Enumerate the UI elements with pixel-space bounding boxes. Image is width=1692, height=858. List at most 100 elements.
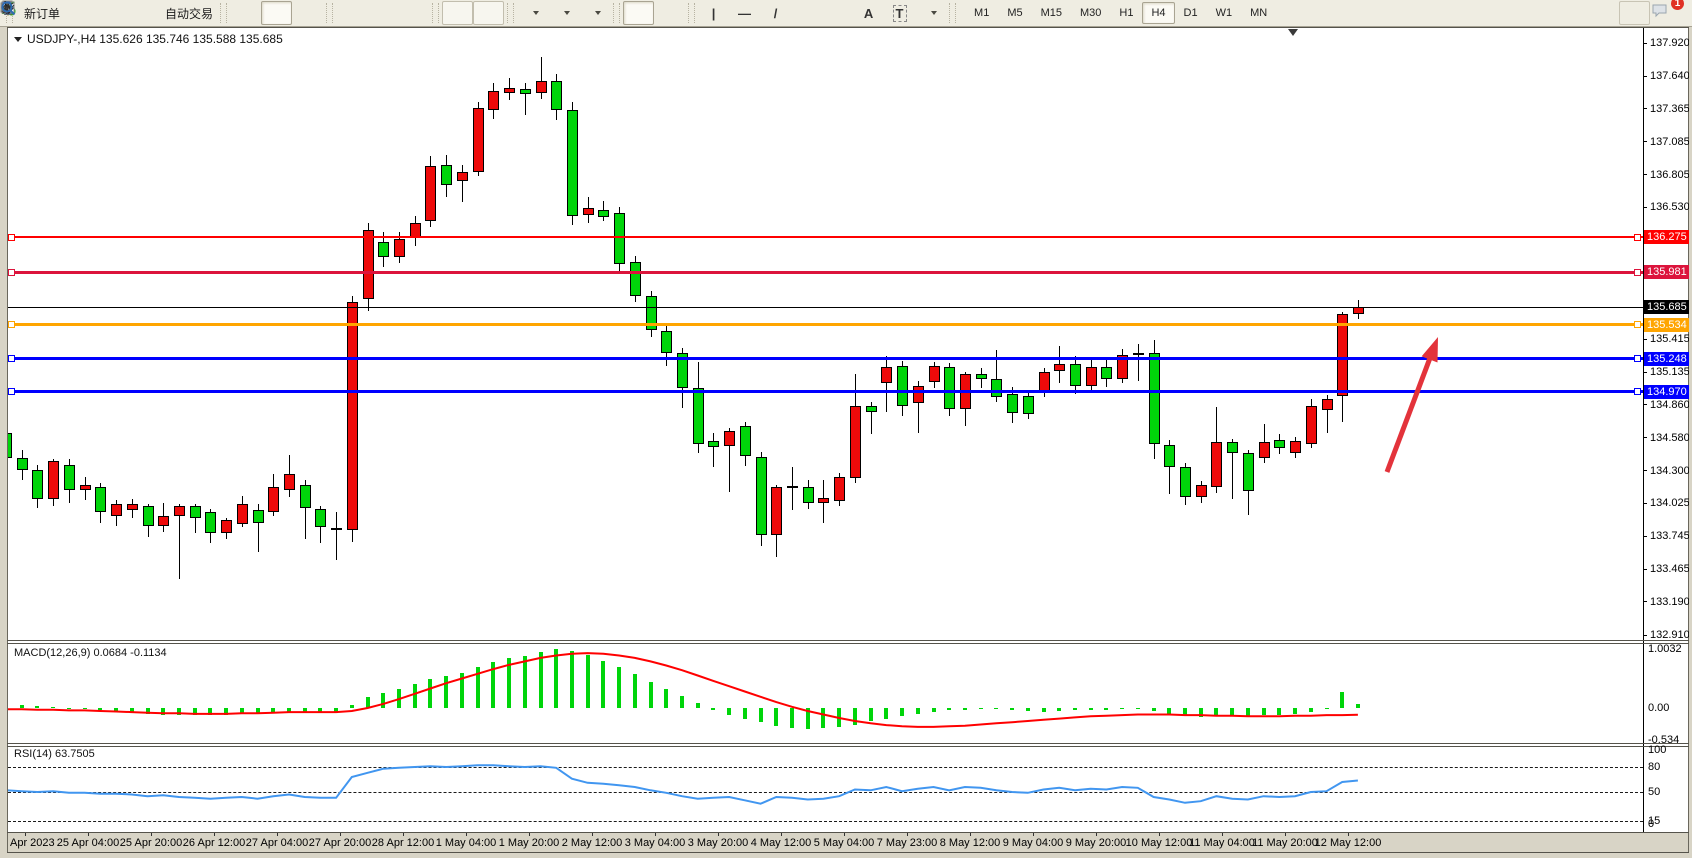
rsi-scale-label: 100 bbox=[1648, 744, 1666, 756]
candle-bearish bbox=[803, 487, 814, 502]
timeframe-d1[interactable]: D1 bbox=[1175, 2, 1207, 24]
toolbar-grip[interactable] bbox=[613, 3, 620, 23]
price-axis[interactable]: 137.920137.640137.365137.085136.805136.5… bbox=[1643, 28, 1689, 833]
zoom-out-button[interactable] bbox=[367, 1, 398, 25]
new-order-button[interactable]: 新订单 bbox=[16, 1, 64, 25]
time-axis-tick bbox=[466, 833, 467, 836]
chart-title-text: USDJPY-,H4 135.626 135.746 135.588 135.6… bbox=[27, 32, 283, 46]
time-axis-label: 24 Apr 2023 bbox=[8, 837, 55, 849]
timeframe-w1[interactable]: W1 bbox=[1207, 2, 1242, 24]
bar-chart-style-button[interactable] bbox=[230, 1, 261, 25]
trendline-icon: / bbox=[774, 6, 778, 21]
search-button[interactable] bbox=[1619, 1, 1650, 25]
macd-splitter[interactable] bbox=[7, 640, 1689, 641]
horizontal-line-tool-button[interactable]: — bbox=[729, 1, 760, 25]
toolbar-grip[interactable] bbox=[432, 3, 439, 23]
timeframe-m30[interactable]: M30 bbox=[1071, 2, 1110, 24]
timeframe-h4[interactable]: H4 bbox=[1142, 2, 1174, 24]
candlestick-style-button[interactable] bbox=[261, 1, 292, 25]
candle-bullish bbox=[1259, 442, 1270, 457]
candle-bearish bbox=[866, 406, 877, 412]
dropdown-caret-icon bbox=[931, 11, 937, 15]
price-tick bbox=[1643, 635, 1647, 636]
toolbar-grip[interactable] bbox=[688, 3, 695, 23]
line-handle[interactable] bbox=[1634, 321, 1641, 328]
arrows-tool-button[interactable] bbox=[915, 1, 946, 25]
line-handle[interactable] bbox=[8, 388, 15, 395]
line-handle[interactable] bbox=[1634, 269, 1641, 276]
label-tool-button[interactable]: T bbox=[884, 1, 915, 25]
timeframe-h1[interactable]: H1 bbox=[1110, 2, 1142, 24]
line-handle[interactable] bbox=[8, 234, 15, 241]
line-handle[interactable] bbox=[8, 355, 15, 362]
time-axis-label: 25 Apr 04:00 bbox=[57, 837, 119, 849]
line-handle[interactable] bbox=[1634, 388, 1641, 395]
timeframe-mn[interactable]: MN bbox=[1241, 2, 1276, 24]
tile-windows-button[interactable] bbox=[398, 1, 429, 25]
candle-bearish bbox=[378, 242, 389, 257]
zoom-in-button[interactable] bbox=[336, 1, 367, 25]
timeframe-m15[interactable]: M15 bbox=[1032, 2, 1071, 24]
periods-button[interactable] bbox=[548, 1, 579, 25]
price-tick bbox=[1643, 43, 1647, 44]
fibonacci-tool-button[interactable] bbox=[822, 1, 853, 25]
crosshair-tool-button[interactable] bbox=[654, 1, 685, 25]
candle-wick bbox=[525, 83, 526, 115]
price-tick bbox=[1643, 404, 1647, 405]
candle-bearish bbox=[64, 465, 75, 490]
line-handle[interactable] bbox=[1634, 355, 1641, 362]
horizontal-line-134.970[interactable] bbox=[8, 390, 1643, 393]
chart-shift-marker-icon[interactable] bbox=[1288, 29, 1298, 36]
time-axis-label: 1 May 04:00 bbox=[436, 837, 497, 849]
timeframe-m1[interactable]: M1 bbox=[965, 2, 998, 24]
notifications-button[interactable]: 1 bbox=[1650, 1, 1681, 25]
toolbar-grip[interactable] bbox=[507, 3, 514, 23]
line-handle[interactable] bbox=[8, 321, 15, 328]
time-axis-tick bbox=[1222, 833, 1223, 836]
candle-bullish bbox=[473, 108, 484, 172]
macd-panel[interactable]: MACD(12,26,9) 0.0684 -0.1134 bbox=[8, 644, 1643, 742]
history-center-button[interactable] bbox=[64, 1, 95, 25]
line-handle[interactable] bbox=[1634, 234, 1641, 241]
horizontal-line-135.248[interactable] bbox=[8, 357, 1643, 360]
chart-shift-button[interactable] bbox=[473, 1, 504, 25]
horizontal-line-136.275[interactable] bbox=[8, 236, 1643, 238]
line-chart-style-button[interactable] bbox=[292, 1, 323, 25]
price-tick bbox=[1643, 437, 1647, 438]
auto-trading-button[interactable]: 自动交易 bbox=[157, 1, 217, 25]
time-axis-label: 2 May 12:00 bbox=[562, 837, 623, 849]
time-axis[interactable]: 24 Apr 202325 Apr 04:0025 Apr 20:0026 Ap… bbox=[8, 833, 1643, 852]
cursor-tool-button[interactable] bbox=[623, 1, 654, 25]
text-tool-button[interactable]: A bbox=[853, 1, 884, 25]
time-axis-label: 11 May 20:00 bbox=[1252, 837, 1318, 849]
toolbar-grip[interactable] bbox=[949, 3, 956, 23]
candle-bearish bbox=[944, 367, 955, 410]
toolbar-grip[interactable] bbox=[326, 3, 333, 23]
trendline-tool-button[interactable]: / bbox=[760, 1, 791, 25]
current-price-tag: 135.685 bbox=[1644, 300, 1689, 314]
candle-bullish bbox=[1322, 399, 1333, 411]
horizontal-line-135.534[interactable] bbox=[8, 323, 1643, 326]
price-tick bbox=[1643, 339, 1647, 340]
timeframe-m5[interactable]: M5 bbox=[998, 2, 1031, 24]
chart-menu-caret-icon[interactable] bbox=[14, 37, 22, 42]
horizontal-line-135.981[interactable] bbox=[8, 271, 1643, 274]
alerts-sound-button[interactable] bbox=[126, 1, 157, 25]
time-axis-label: 7 May 23:00 bbox=[877, 837, 938, 849]
toolbar-grip[interactable] bbox=[220, 3, 227, 23]
current-price-line bbox=[8, 307, 1643, 308]
rsi-splitter[interactable] bbox=[7, 743, 1689, 744]
price-chart-panel[interactable] bbox=[8, 28, 1643, 640]
price-tick-label: 133.190 bbox=[1650, 596, 1689, 608]
channel-tool-button[interactable] bbox=[791, 1, 822, 25]
templates-button[interactable] bbox=[579, 1, 610, 25]
vertical-line-tool-button[interactable]: | bbox=[698, 1, 729, 25]
remote-terminal-button[interactable] bbox=[95, 1, 126, 25]
line-handle[interactable] bbox=[8, 269, 15, 276]
candle-bullish bbox=[425, 166, 436, 222]
rsi-panel[interactable]: RSI(14) 63.7505 bbox=[8, 747, 1643, 832]
time-axis-tick bbox=[214, 833, 215, 836]
auto-scroll-button[interactable] bbox=[442, 1, 473, 25]
candle-bearish bbox=[976, 374, 987, 379]
indicators-button[interactable] bbox=[517, 1, 548, 25]
